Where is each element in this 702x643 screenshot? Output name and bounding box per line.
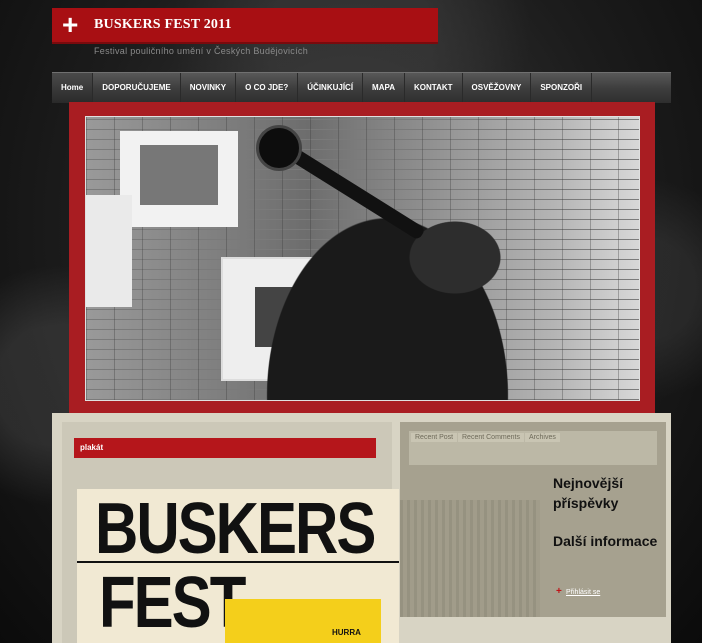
tab-archives[interactable]: Archives	[525, 433, 560, 442]
nav-item-ucinkujici[interactable]: ÚČINKUJÍCÍ	[298, 73, 364, 103]
poster-hurra-text: HURRA	[332, 628, 361, 637]
site-header[interactable]: + BUSKERS FEST 2011	[52, 8, 438, 44]
hero-photo-clarinet-player	[85, 116, 640, 401]
sidebar-heading-latest-posts: Nejnovější příspěvky	[553, 475, 624, 511]
nav-item-mapa[interactable]: MAPA	[363, 73, 406, 103]
poster-line-2: FEST	[99, 562, 246, 643]
tab-recent-comments[interactable]: Recent Comments	[458, 433, 524, 442]
nav-item-o-co-jde[interactable]: O CO JDE?	[236, 73, 299, 103]
wall-picture-frame	[120, 131, 238, 227]
musician-silhouette	[266, 177, 536, 400]
nav-item-novinky[interactable]: NOVINKY	[181, 73, 237, 103]
plus-icon: +	[62, 9, 79, 40]
site-tagline: Festival pouličního umění v Českých Budě…	[94, 46, 308, 56]
nav-item-kontakt[interactable]: KONTAKT	[405, 73, 463, 103]
sidebar-heading-more-info: Další informace	[553, 533, 658, 549]
sidebar-skyline-decoration	[400, 500, 540, 617]
tab-recent-post[interactable]: Recent Post	[411, 433, 458, 442]
site-title[interactable]: BUSKERS FEST 2011	[94, 17, 232, 33]
nav-item-sponzori[interactable]: SPONZOŘI	[531, 73, 593, 103]
nav-item-doporucujeme[interactable]: DOPORUČUJEME	[93, 73, 181, 103]
main-navigation: Home DOPORUČUJEME NOVINKY O CO JDE? ÚČIN…	[52, 72, 671, 103]
nav-item-home[interactable]: Home	[52, 73, 94, 103]
login-link[interactable]: Přihlásit se	[566, 589, 600, 596]
nav-item-osvezovny[interactable]: OSVĚŽOVNY	[463, 73, 532, 103]
festival-poster-image[interactable]: BUSKERS FEST HURRA	[77, 489, 399, 643]
clarinet-bell	[256, 125, 302, 171]
plus-icon: +	[556, 586, 562, 597]
widget-title-plakat: plakát	[74, 438, 376, 458]
poster-line-1: BUSKERS	[95, 489, 376, 569]
wall-picture-frame	[86, 195, 132, 307]
